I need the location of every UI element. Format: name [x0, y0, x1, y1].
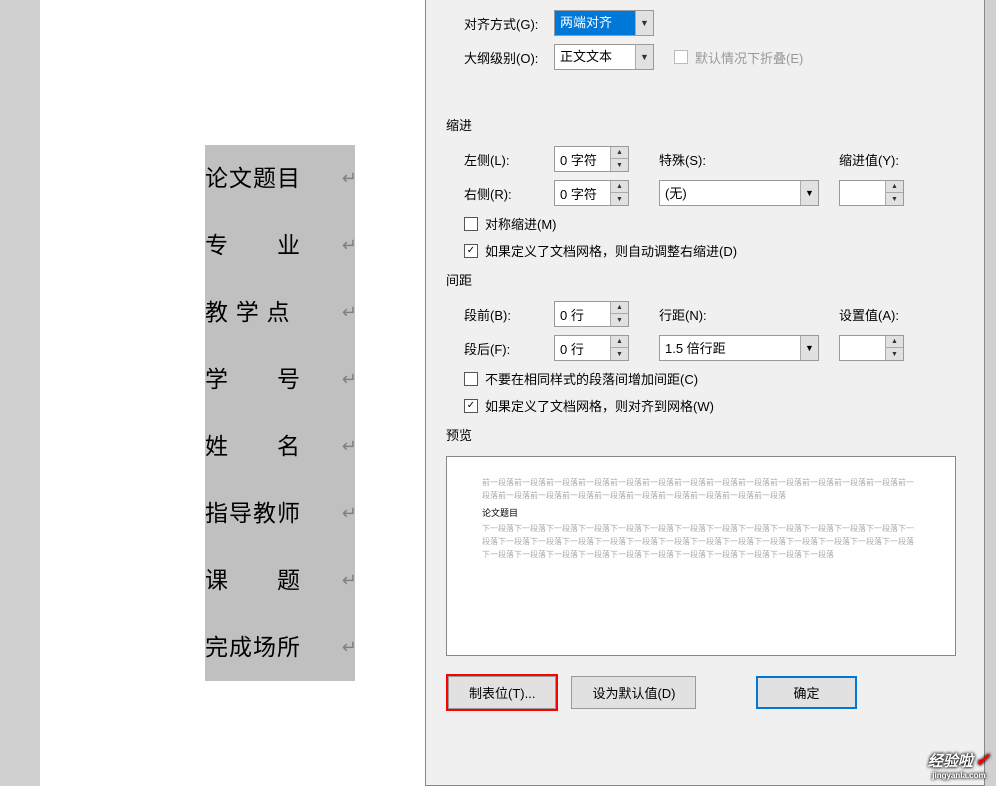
collapse-label: 默认情况下折叠(E)	[695, 48, 803, 67]
paragraph-mark: ↵	[342, 614, 358, 681]
check-icon: ✓	[975, 750, 990, 770]
dropdown-icon[interactable]: ▼	[800, 336, 818, 360]
spin-up-icon[interactable]: ▲	[611, 181, 628, 193]
ok-button[interactable]: 确定	[756, 676, 856, 709]
text-line: 姓 名↵	[205, 413, 355, 480]
paragraph-mark: ↵	[342, 480, 358, 547]
spacing-section-title: 间距	[446, 270, 956, 289]
grid-indent-checkbox[interactable]: ✓	[464, 244, 478, 258]
snap-grid-checkbox[interactable]: ✓	[464, 399, 478, 413]
right-indent-spinner[interactable]: ▲▼	[554, 180, 629, 206]
at-spinner[interactable]: ▲▼	[839, 335, 904, 361]
spin-down-icon[interactable]: ▼	[611, 159, 628, 171]
indent-section-title: 缩进	[446, 115, 956, 134]
left-indent-label: 左侧(L):	[464, 150, 554, 169]
spin-up-icon[interactable]: ▲	[886, 181, 903, 193]
special-select[interactable]: (无) ▼	[659, 180, 819, 206]
spin-up-icon[interactable]: ▲	[611, 336, 628, 348]
mirror-indent-label: 对称缩进(M)	[485, 214, 557, 233]
right-indent-label: 右侧(R):	[464, 184, 554, 203]
dropdown-icon[interactable]: ▼	[635, 45, 653, 69]
dropdown-icon[interactable]: ▼	[800, 181, 818, 205]
after-label: 段后(F):	[464, 339, 554, 358]
set-default-button[interactable]: 设为默认值(D)	[571, 676, 696, 709]
before-input[interactable]	[555, 302, 610, 326]
text-line: 学 号↵	[205, 346, 355, 413]
paragraph-mark: ↵	[342, 145, 358, 212]
grid-indent-label: 如果定义了文档网格，则自动调整右缩进(D)	[485, 241, 737, 260]
alignment-label: 对齐方式(G):	[464, 14, 554, 33]
left-indent-spinner[interactable]: ▲▼	[554, 146, 629, 172]
text-line: 指导教师↵	[205, 480, 355, 547]
text-line: 完成场所↵	[205, 614, 355, 681]
after-spinner[interactable]: ▲▼	[554, 335, 629, 361]
by-input[interactable]	[840, 181, 885, 205]
nospace-label: 不要在相同样式的段落间增加间距(C)	[485, 369, 698, 388]
nospace-checkbox[interactable]	[464, 372, 478, 386]
paragraph-mark: ↵	[342, 547, 358, 614]
spin-up-icon[interactable]: ▲	[611, 302, 628, 314]
collapse-checkbox	[674, 50, 688, 64]
spin-down-icon[interactable]: ▼	[611, 193, 628, 205]
preview-box: 前一段落前一段落前一段落前一段落前一段落前一段落前一段落前一段落前一段落前一段落…	[446, 456, 956, 656]
at-label: 设置值(A):	[839, 305, 899, 324]
snap-grid-label: 如果定义了文档网格，则对齐到网格(W)	[485, 396, 714, 415]
after-input[interactable]	[555, 336, 610, 360]
mirror-indent-checkbox[interactable]	[464, 217, 478, 231]
at-input[interactable]	[840, 336, 885, 360]
text-line: 论文题目↵	[205, 145, 355, 212]
watermark: 经验啦✓ jingyanla.com	[928, 750, 990, 780]
paragraph-mark: ↵	[342, 279, 358, 346]
paragraph-mark: ↵	[342, 212, 358, 279]
outline-label: 大纲级别(O):	[464, 48, 554, 67]
spin-up-icon[interactable]: ▲	[611, 147, 628, 159]
spin-down-icon[interactable]: ▼	[611, 348, 628, 360]
text-line: 专 业↵	[205, 212, 355, 279]
preview-prev-text: 前一段落前一段落前一段落前一段落前一段落前一段落前一段落前一段落前一段落前一段落…	[482, 477, 920, 503]
spin-down-icon[interactable]: ▼	[886, 193, 903, 205]
spin-up-icon[interactable]: ▲	[886, 336, 903, 348]
alignment-select[interactable]: 两端对齐 ▼	[554, 10, 654, 36]
tabs-button[interactable]: 制表位(T)...	[448, 676, 556, 709]
left-indent-input[interactable]	[555, 147, 610, 171]
paragraph-mark: ↵	[342, 413, 358, 480]
text-line: 教 学 点↵	[205, 279, 355, 346]
paragraph-mark: ↵	[342, 346, 358, 413]
selected-text-block[interactable]: 论文题目↵ 专 业↵ 教 学 点↵ 学 号↵ 姓 名↵ 指导教师↵ 课 题↵ 完…	[205, 145, 355, 681]
before-label: 段前(B):	[464, 305, 554, 324]
paragraph-dialog: 对齐方式(G): 两端对齐 ▼ 大纲级别(O): 正文文本 ▼ 默认情况下折叠(…	[425, 0, 985, 786]
before-spinner[interactable]: ▲▼	[554, 301, 629, 327]
dropdown-icon[interactable]: ▼	[635, 11, 653, 35]
preview-section-title: 预览	[446, 425, 956, 444]
preview-next-text: 下一段落下一段落下一段落下一段落下一段落下一段落下一段落下一段落下一段落下一段落…	[482, 523, 920, 561]
right-indent-input[interactable]	[555, 181, 610, 205]
line-spacing-select[interactable]: 1.5 倍行距 ▼	[659, 335, 819, 361]
special-label: 特殊(S):	[659, 150, 749, 169]
text-line: 课 题↵	[205, 547, 355, 614]
by-spinner[interactable]: ▲▼	[839, 180, 904, 206]
line-spacing-label: 行距(N):	[659, 305, 749, 324]
spin-down-icon[interactable]: ▼	[886, 348, 903, 360]
spin-down-icon[interactable]: ▼	[611, 314, 628, 326]
outline-select[interactable]: 正文文本 ▼	[554, 44, 654, 70]
by-label: 缩进值(Y):	[839, 150, 899, 169]
preview-sample-text: 论文题目	[482, 506, 920, 520]
